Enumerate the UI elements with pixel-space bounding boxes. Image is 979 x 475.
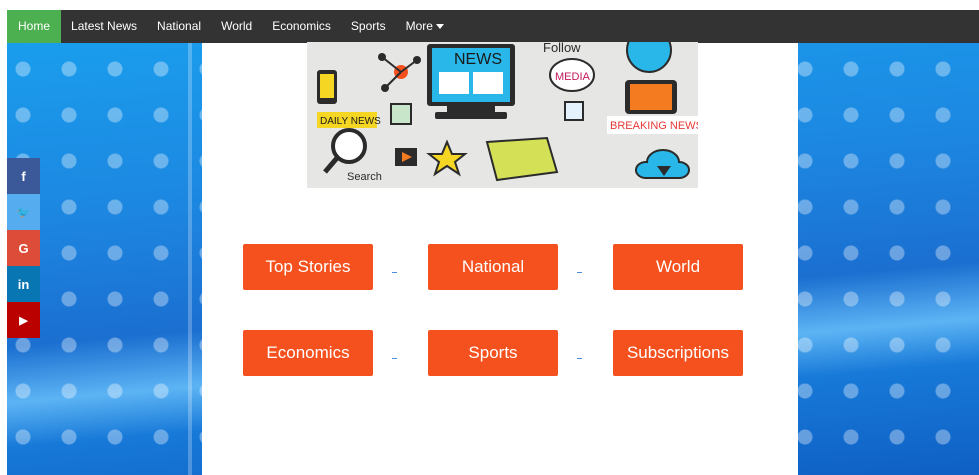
svg-text:BREAKING NEWS: BREAKING NEWS [610,120,698,132]
svg-text:MEDIA: MEDIA [555,71,591,83]
hero-news-text: NEWS [454,51,502,68]
nav-home[interactable]: Home [7,10,62,43]
subscriptions-button[interactable]: Subscriptions [613,330,743,376]
sports-button[interactable]: Sports [428,330,558,376]
top-navbar: Home Latest News National World Economic… [7,10,979,43]
nav-world[interactable]: World [211,10,262,43]
svg-text:DAILY NEWS: DAILY NEWS [320,116,381,127]
facebook-icon[interactable]: f [7,158,40,194]
linkedin-icon[interactable]: in [7,266,40,302]
globe-icon [626,42,672,73]
nav-latest-news[interactable]: Latest News [61,10,147,43]
separator-dash [577,272,582,273]
news-illustration: NEWS Follow MEDIA DAILY NEWS BREAKING NE… [317,42,698,183]
top-stories-button[interactable]: Top Stories [243,244,373,290]
caret-down-icon [435,24,444,30]
magnifier-icon [331,128,367,164]
svg-text:Search: Search [347,171,382,183]
nav-national[interactable]: National [147,10,211,43]
nav-sports[interactable]: Sports [341,10,396,43]
top-border [0,0,979,10]
nav-more-dropdown[interactable]: More [396,10,454,43]
google-icon[interactable]: G [7,230,40,266]
nav-more-label: More [405,19,433,33]
youtube-icon[interactable]: ▶ [7,302,40,338]
news-card-icon [390,103,412,125]
economics-button[interactable]: Economics [243,330,373,376]
separator-dash [392,358,397,359]
star-icon [426,139,468,177]
newspaper-icon [485,136,559,182]
national-button[interactable]: National [428,244,558,290]
world-button[interactable]: World [613,244,743,290]
twitter-icon[interactable]: 🐦 [7,194,40,230]
blog-icon [564,101,584,121]
separator-dash [392,272,397,273]
left-border [0,0,7,475]
hero-news-image: NEWS Follow MEDIA DAILY NEWS BREAKING NE… [307,42,698,188]
social-share-bar: f 🐦 G in ▶ [7,158,40,338]
hero-follow-text: Follow [543,42,581,55]
divider-line [188,42,192,475]
nav-economics[interactable]: Economics [262,10,341,43]
separator-dash [577,358,582,359]
